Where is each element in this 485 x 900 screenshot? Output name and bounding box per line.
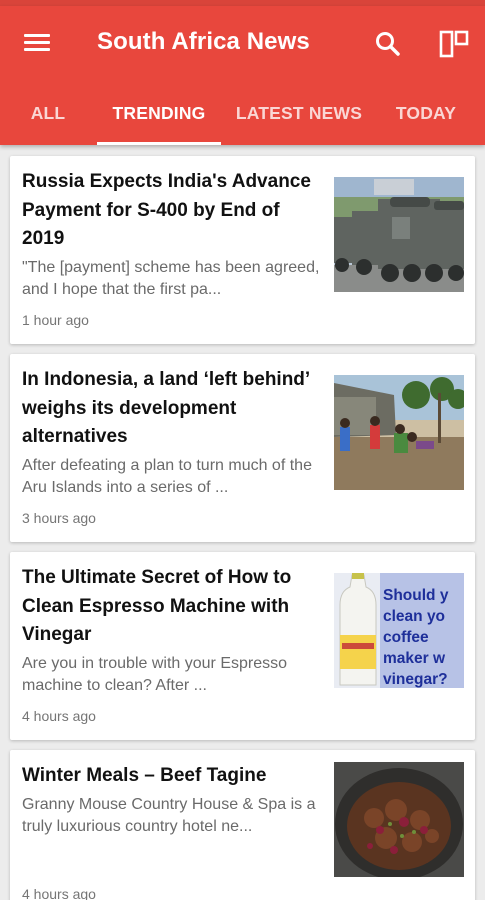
image-text-line: vinegar? [383,671,448,688]
article-card[interactable]: In Indonesia, a land ‘left behind’ weigh… [10,354,475,542]
tab-all[interactable]: ALL [10,82,86,145]
military-trucks-photo[interactable] [334,177,464,292]
image-text-line: clean yo [383,608,445,625]
article-snippet: "The [payment] scheme has been agreed, a… [22,259,320,298]
article-snippet: Are you in trouble with your Espresso ma… [22,655,288,694]
beef-tagine-photo[interactable] [334,762,464,877]
vinegar-bottle-photo[interactable]: Should y clean yo coffee maker w vinegar… [334,573,464,688]
tab-today[interactable]: TODAY [382,82,470,145]
active-tab-indicator [97,142,221,145]
search-icon[interactable] [374,30,402,58]
article-card[interactable]: The Ultimate Secret of How to Clean Espr… [10,552,475,740]
article-time: 4 hours ago [22,886,96,900]
toolbar: South Africa News [0,6,485,82]
article-card[interactable]: Winter Meals – Beef Tagine Granny Mouse … [10,750,475,900]
article-title[interactable]: The Ultimate Secret of How to Clean Espr… [22,564,327,650]
article-time: 3 hours ago [22,510,96,526]
app-title: South Africa News [97,28,310,55]
article-time: 4 hours ago [22,708,96,724]
image-text-line: coffee [383,629,429,646]
article-card[interactable]: Russia Expects India's Advance Payment f… [10,156,475,344]
tab-latest-news[interactable]: LATEST NEWS [228,82,370,145]
article-snippet: After defeating a plan to turn much of t… [22,457,312,496]
article-time: 1 hour ago [22,312,89,328]
article-snippet: Granny Mouse Country House & Spa is a tr… [22,796,316,835]
tab-bar: ALL TRENDING LATEST NEWS TODAY [0,82,485,145]
layout-toggle-icon[interactable] [439,28,469,60]
image-text-line: Should y [383,587,449,604]
village-children-photo[interactable] [334,375,464,490]
article-title[interactable]: Winter Meals – Beef Tagine [22,762,327,791]
article-title[interactable]: In Indonesia, a land ‘left behind’ weigh… [22,366,327,452]
app-bar: South Africa News ALL TRENDING LATEST NE… [0,6,485,145]
article-title[interactable]: Russia Expects India's Advance Payment f… [22,168,327,254]
image-text-line: maker w [383,650,446,667]
tab-trending[interactable]: TRENDING [97,82,221,145]
hamburger-menu-icon[interactable] [24,32,52,54]
